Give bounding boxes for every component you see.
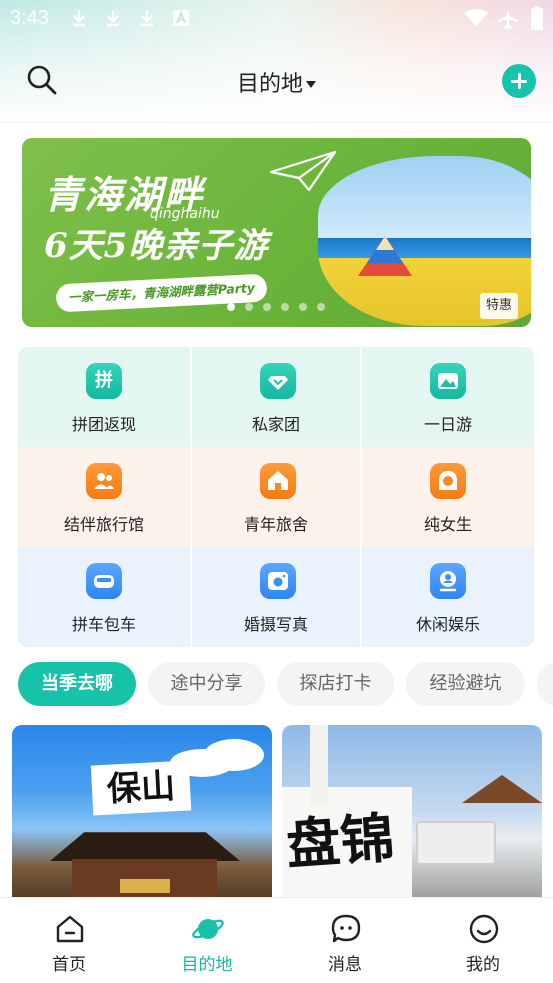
pin-icon: 拼	[86, 363, 122, 399]
paper-plane-icon	[269, 150, 337, 192]
airplane-mode-icon	[498, 9, 518, 29]
promo-banner[interactable]: 青海湖畔 qinghaihu 6天5晚亲子游 一家一房车，青海湖畔露营Party…	[22, 138, 531, 327]
carousel-dot	[227, 303, 235, 311]
feed-tabs: 当季去哪 途中分享 探店打卡 经验避坑	[18, 662, 553, 706]
category-label: 一日游	[423, 415, 472, 434]
category-grid: 拼 拼团返现 私家团 一日游 结伴旅行馆 青年旅舍 纯女生 拼车包车 婚摄写真 …	[18, 347, 534, 647]
feed-card-caption: 盘锦	[284, 805, 397, 877]
download-icon	[141, 10, 153, 27]
location-person-icon	[430, 563, 466, 599]
prayer-flags-tent-image	[358, 236, 412, 276]
carousel-dot	[299, 303, 307, 311]
carousel-dot	[263, 303, 271, 311]
discount-tag: 特惠	[480, 293, 519, 319]
download-icon	[73, 10, 85, 27]
woman-icon	[430, 463, 466, 499]
feed-card-caption: 保山	[90, 760, 192, 816]
feed-card[interactable]: 盘锦	[282, 725, 542, 915]
camper-van-image	[416, 821, 496, 865]
companions-icon	[86, 463, 122, 499]
tab-more-partial[interactable]	[537, 662, 553, 706]
category-label: 休闲娱乐	[415, 615, 480, 634]
car-icon	[86, 563, 122, 599]
carousel-dot	[245, 303, 253, 311]
temple-roof-image	[50, 832, 240, 861]
battery-icon	[531, 6, 543, 30]
carousel-dot	[281, 303, 289, 311]
carousel-dot	[317, 303, 325, 311]
category-label: 拼车包车	[71, 615, 136, 634]
category-item-travel-buddies[interactable]: 结伴旅行馆	[18, 447, 190, 547]
nav-destination[interactable]: 目的地	[138, 898, 276, 983]
category-label: 婚摄写真	[243, 615, 308, 634]
category-row: 拼车包车 婚摄写真 休闲娱乐	[18, 547, 534, 647]
tab-in-season[interactable]: 当季去哪	[18, 662, 136, 706]
category-item-youth-hostel[interactable]: 青年旅舍	[190, 447, 362, 547]
destination-selector[interactable]: 目的地	[0, 66, 553, 98]
nav-label: 我的	[466, 955, 500, 975]
tab-trip-sharing[interactable]: 途中分享	[148, 662, 265, 706]
banner-ribbon: 一家一房车，青海湖畔露营Party	[55, 273, 268, 313]
nav-label: 消息	[328, 955, 362, 975]
camera-icon	[260, 563, 296, 599]
diamond-icon	[260, 363, 296, 399]
message-icon	[331, 914, 361, 943]
category-label: 私家团	[251, 415, 300, 434]
wifi-icon	[464, 9, 488, 26]
feed-card[interactable]: 保山	[12, 725, 272, 915]
category-label: 青年旅舍	[243, 515, 308, 534]
header-divider	[0, 122, 553, 123]
category-item-carpool[interactable]: 拼车包车	[18, 547, 190, 647]
planet-icon	[192, 919, 224, 939]
category-row: 结伴旅行馆 青年旅舍 纯女生	[18, 447, 534, 547]
category-item-leisure[interactable]: 休闲娱乐	[362, 547, 534, 647]
smile-profile-icon	[469, 914, 499, 944]
mountain-icon	[430, 363, 466, 399]
page-title: 目的地	[236, 72, 303, 97]
category-item-group-buy[interactable]: 拼 拼团返现	[18, 347, 190, 447]
tab-experience-tips[interactable]: 经验避坑	[406, 662, 525, 706]
category-label: 结伴旅行馆	[63, 515, 144, 534]
category-label: 拼团返现	[71, 415, 136, 434]
category-item-private-tour[interactable]: 私家团	[190, 347, 362, 447]
temple-plaque-image	[120, 879, 170, 893]
nav-label: 目的地	[181, 955, 233, 975]
nav-label: 首页	[52, 955, 86, 975]
category-item-wedding-photo[interactable]: 婚摄写真	[190, 547, 362, 647]
font-a-icon	[173, 10, 189, 26]
category-item-day-trip[interactable]: 一日游	[362, 347, 534, 447]
category-item-women-only[interactable]: 纯女生	[362, 447, 534, 547]
caret-down-icon	[306, 81, 316, 88]
bottom-navigation: 首页 目的地 消息 我的	[0, 897, 553, 983]
status-time: 3:43	[10, 7, 49, 29]
house-icon	[260, 463, 296, 499]
top-app-bar: 目的地	[0, 50, 553, 110]
category-row: 拼 拼团返现 私家团 一日游	[18, 347, 534, 447]
nav-messages[interactable]: 消息	[276, 898, 414, 983]
tab-store-checkin[interactable]: 探店打卡	[277, 662, 394, 706]
thatched-umbrella-image	[462, 775, 542, 803]
status-bar: 3:43	[0, 0, 553, 38]
white-pillar-image	[310, 725, 328, 805]
download-icon	[107, 10, 119, 27]
nav-profile[interactable]: 我的	[414, 898, 552, 983]
home-icon	[56, 915, 84, 943]
add-button[interactable]	[502, 64, 536, 98]
nav-home[interactable]: 首页	[0, 898, 138, 983]
category-label: 纯女生	[423, 515, 472, 534]
banner-subheadline: 6天5晚亲子游	[44, 226, 269, 266]
